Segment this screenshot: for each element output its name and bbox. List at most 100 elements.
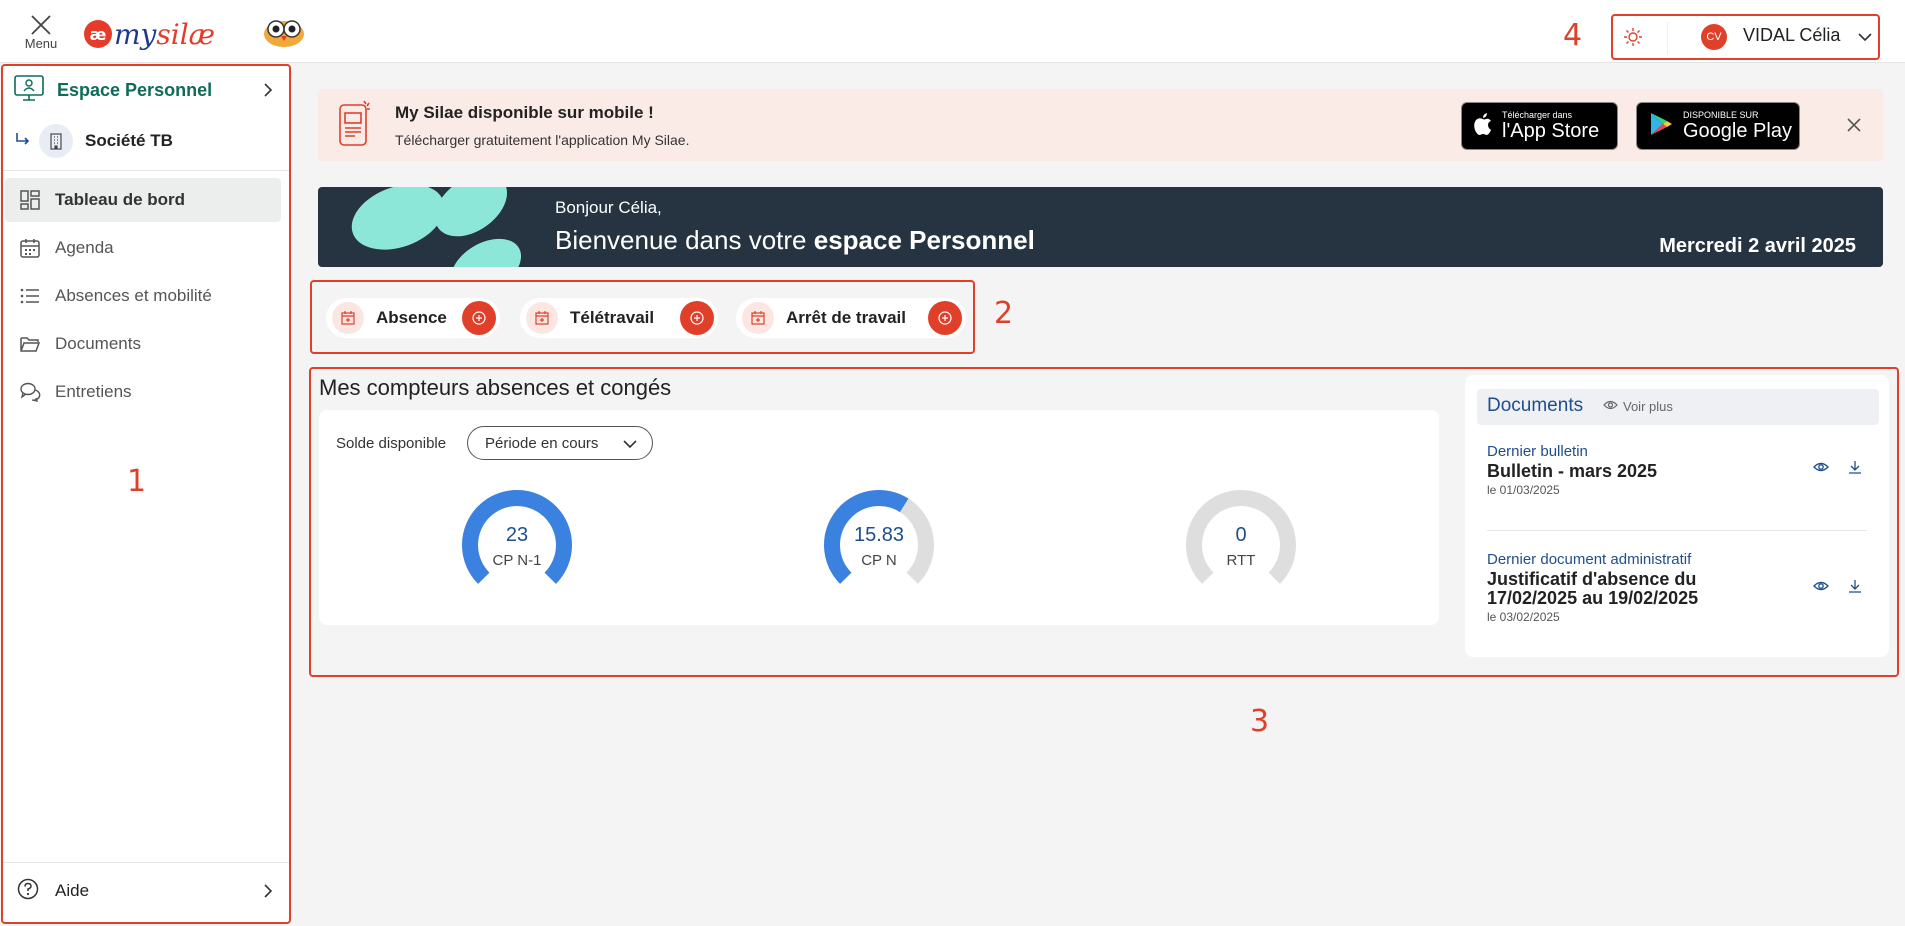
annotation-2: 2 <box>994 296 1014 331</box>
sidebar-item-label: Absences et mobilité <box>55 286 212 305</box>
quick-action-label: Télétravail <box>570 308 655 327</box>
document-name: Justificatif d'absence du 17/02/2025 au … <box>1487 569 1699 608</box>
welcome-banner: Bonjour Célia, Bienvenue dans votre espa… <box>318 187 1883 267</box>
sidebar-item-dashboard[interactable]: Tableau de bord <box>5 178 281 222</box>
gauge-value: 0 <box>1235 524 1247 546</box>
quick-action-teletravail[interactable]: Télétravail <box>520 298 718 338</box>
counters-card: Solde disponible Période en cours 23 CP … <box>319 410 1439 625</box>
eye-icon[interactable] <box>1813 578 1831 596</box>
menu-button[interactable]: Menu <box>20 14 62 54</box>
monitor-user-icon <box>13 74 45 107</box>
help-button[interactable]: Aide <box>17 874 275 908</box>
gauge-label: CP N <box>861 552 897 569</box>
gplay-small-text: DISPONIBLE SUR <box>1683 110 1759 120</box>
counters-section: Mes compteurs absences et congés Solde d… <box>309 367 1899 677</box>
personal-space-selector[interactable]: Espace Personnel <box>13 74 275 107</box>
calendar-icon <box>742 302 774 334</box>
document-date: le 01/03/2025 <box>1487 483 1560 497</box>
document-actions <box>1811 578 1867 598</box>
quick-actions: Absence Télétravail Arrêt de travail <box>310 280 975 354</box>
clover-decoration <box>351 187 522 267</box>
period-select[interactable]: Période en cours <box>467 426 653 460</box>
personal-space-title: Espace Personnel <box>57 79 213 100</box>
annotation-1: 1 <box>127 464 147 499</box>
sidebar: Espace Personnel Société TB Tableau de b… <box>1 64 291 924</box>
appstore-big-text: l'App Store <box>1502 120 1600 142</box>
mobile-phone-icon <box>336 99 372 149</box>
download-icon[interactable] <box>1847 459 1865 477</box>
sun-icon[interactable] <box>1623 27 1643 47</box>
logo-silae: silæ <box>156 17 215 51</box>
gplay-big-text: Google Play <box>1683 120 1792 142</box>
appstore-small-text: Télécharger dans <box>1502 110 1573 120</box>
sidebar-item-label: Entretiens <box>55 382 132 401</box>
sidebar-item-documents[interactable]: Documents <box>5 322 281 366</box>
document-item-admin: Dernier document administratif Justifica… <box>1487 551 1867 624</box>
dashboard-icon <box>19 189 41 211</box>
main-nav: Tableau de bord Agenda Absences et mobil… <box>3 178 289 418</box>
banner-subtitle: Télécharger gratuitement l'application M… <box>395 132 690 148</box>
add-circle-icon[interactable] <box>680 301 714 335</box>
gauge-value: 15.83 <box>853 524 905 546</box>
gauge-label: CP N-1 <box>492 552 542 569</box>
avatar: CV <box>1701 24 1727 50</box>
see-more-link[interactable]: Voir plus <box>1603 399 1673 414</box>
quick-action-label: Arrêt de travail <box>786 308 906 327</box>
add-circle-icon[interactable] <box>928 301 962 335</box>
quick-action-label: Absence <box>376 308 447 327</box>
solde-label: Solde disponible <box>336 435 447 452</box>
calendar-icon <box>19 237 41 259</box>
user-name: VIDAL Célia <box>1743 25 1841 45</box>
google-play-button[interactable]: DISPONIBLE SUR Google Play <box>1636 102 1800 150</box>
chevron-right-icon <box>261 883 275 904</box>
documents-card: Documents Voir plus Dernier bulletin Bul… <box>1465 375 1889 657</box>
chat-icon <box>19 381 41 403</box>
divider <box>1667 22 1668 54</box>
app-logo[interactable]: æ my silæ <box>84 14 215 54</box>
gauge-value: 23 <box>505 524 529 546</box>
welcome-space-name: espace Personnel <box>813 225 1035 255</box>
quick-action-arret-travail[interactable]: Arrêt de travail <box>736 298 966 338</box>
annotation-3: 3 <box>1250 704 1270 739</box>
chevron-down-icon <box>622 436 638 456</box>
company-selector[interactable]: Société TB <box>15 124 173 158</box>
logo-my: my <box>114 17 157 51</box>
banner-title: My Silae disponible sur mobile ! <box>395 103 654 122</box>
user-menu[interactable]: CV VIDAL Célia <box>1611 14 1880 60</box>
close-icon[interactable] <box>1846 117 1862 133</box>
mobile-app-banner: My Silae disponible sur mobile ! Télécha… <box>318 89 1883 161</box>
sidebar-item-absences[interactable]: Absences et mobilité <box>5 274 281 318</box>
owl-mascot-icon <box>262 14 306 48</box>
sidebar-item-entretiens[interactable]: Entretiens <box>5 370 281 414</box>
documents-title: Documents <box>1487 395 1584 416</box>
top-bar: Menu æ my silæ CV VIDAL Célia <box>0 0 1905 63</box>
chevron-down-icon <box>1857 29 1873 45</box>
welcome-message: Bienvenue dans votre espace Personnel <box>555 225 1035 256</box>
sidebar-item-label: Agenda <box>55 238 114 257</box>
app-store-button[interactable]: Télécharger dans l'App Store <box>1461 102 1618 150</box>
welcome-prefix: Bienvenue dans votre <box>555 225 814 255</box>
eye-icon <box>1603 399 1618 414</box>
sidebar-item-agenda[interactable]: Agenda <box>5 226 281 270</box>
menu-label: Menu <box>24 36 58 51</box>
current-date: Mercredi 2 avril 2025 <box>1659 235 1856 257</box>
add-circle-icon[interactable] <box>462 301 496 335</box>
gauge-label: RTT <box>1226 552 1256 569</box>
divider <box>1487 530 1867 531</box>
divider <box>3 862 289 863</box>
document-name: Bulletin - mars 2025 <box>1487 461 1658 481</box>
help-label: Aide <box>55 881 90 900</box>
section-title: Mes compteurs absences et congés <box>319 375 672 400</box>
close-icon <box>20 14 62 38</box>
document-category: Dernier document administratif <box>1487 551 1692 568</box>
company-name: Société TB <box>85 131 173 150</box>
documents-header: Documents Voir plus <box>1477 389 1879 425</box>
quick-action-absence[interactable]: Absence <box>326 298 500 338</box>
eye-icon[interactable] <box>1813 459 1831 477</box>
logo-mark: æ <box>84 20 112 48</box>
folder-icon <box>19 333 41 355</box>
period-value: Période en cours <box>485 434 599 452</box>
google-play-icon <box>1649 111 1673 142</box>
download-icon[interactable] <box>1847 578 1865 596</box>
gauge-rtt: 0 RTT <box>1183 490 1299 600</box>
